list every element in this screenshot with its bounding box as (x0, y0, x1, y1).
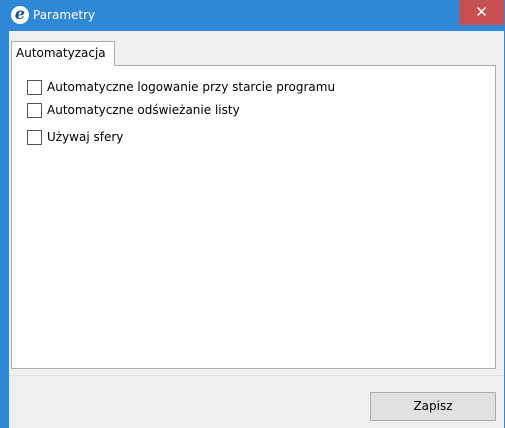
app-logo-icon: e (11, 6, 29, 24)
title-bar: e Parametry ✕ (9, 0, 504, 31)
save-button[interactable]: Zapisz (370, 392, 496, 421)
tab-automatyzacja[interactable]: Automatyzacja (11, 41, 115, 66)
footer-divider (9, 375, 504, 376)
tab-panel-automatyzacja: Automatyczne logowanie przy starcie prog… (11, 65, 496, 369)
window-title: Parametry (33, 8, 96, 22)
auto-login-label: Automatyczne logowanie przy starcie prog… (47, 80, 336, 94)
close-button[interactable]: ✕ (459, 0, 504, 25)
auto-refresh-label: Automatyczne odświeżanie listy (47, 103, 240, 117)
use-spheres-checkbox[interactable] (27, 130, 42, 145)
auto-refresh-checkbox[interactable] (27, 103, 42, 118)
parametry-dialog: e Parametry ✕ Automatyzacja Automatyczne… (0, 0, 505, 428)
auto-login-checkbox[interactable] (27, 80, 42, 95)
close-icon: ✕ (475, 3, 488, 21)
use-spheres-label: Używaj sfery (47, 130, 124, 144)
